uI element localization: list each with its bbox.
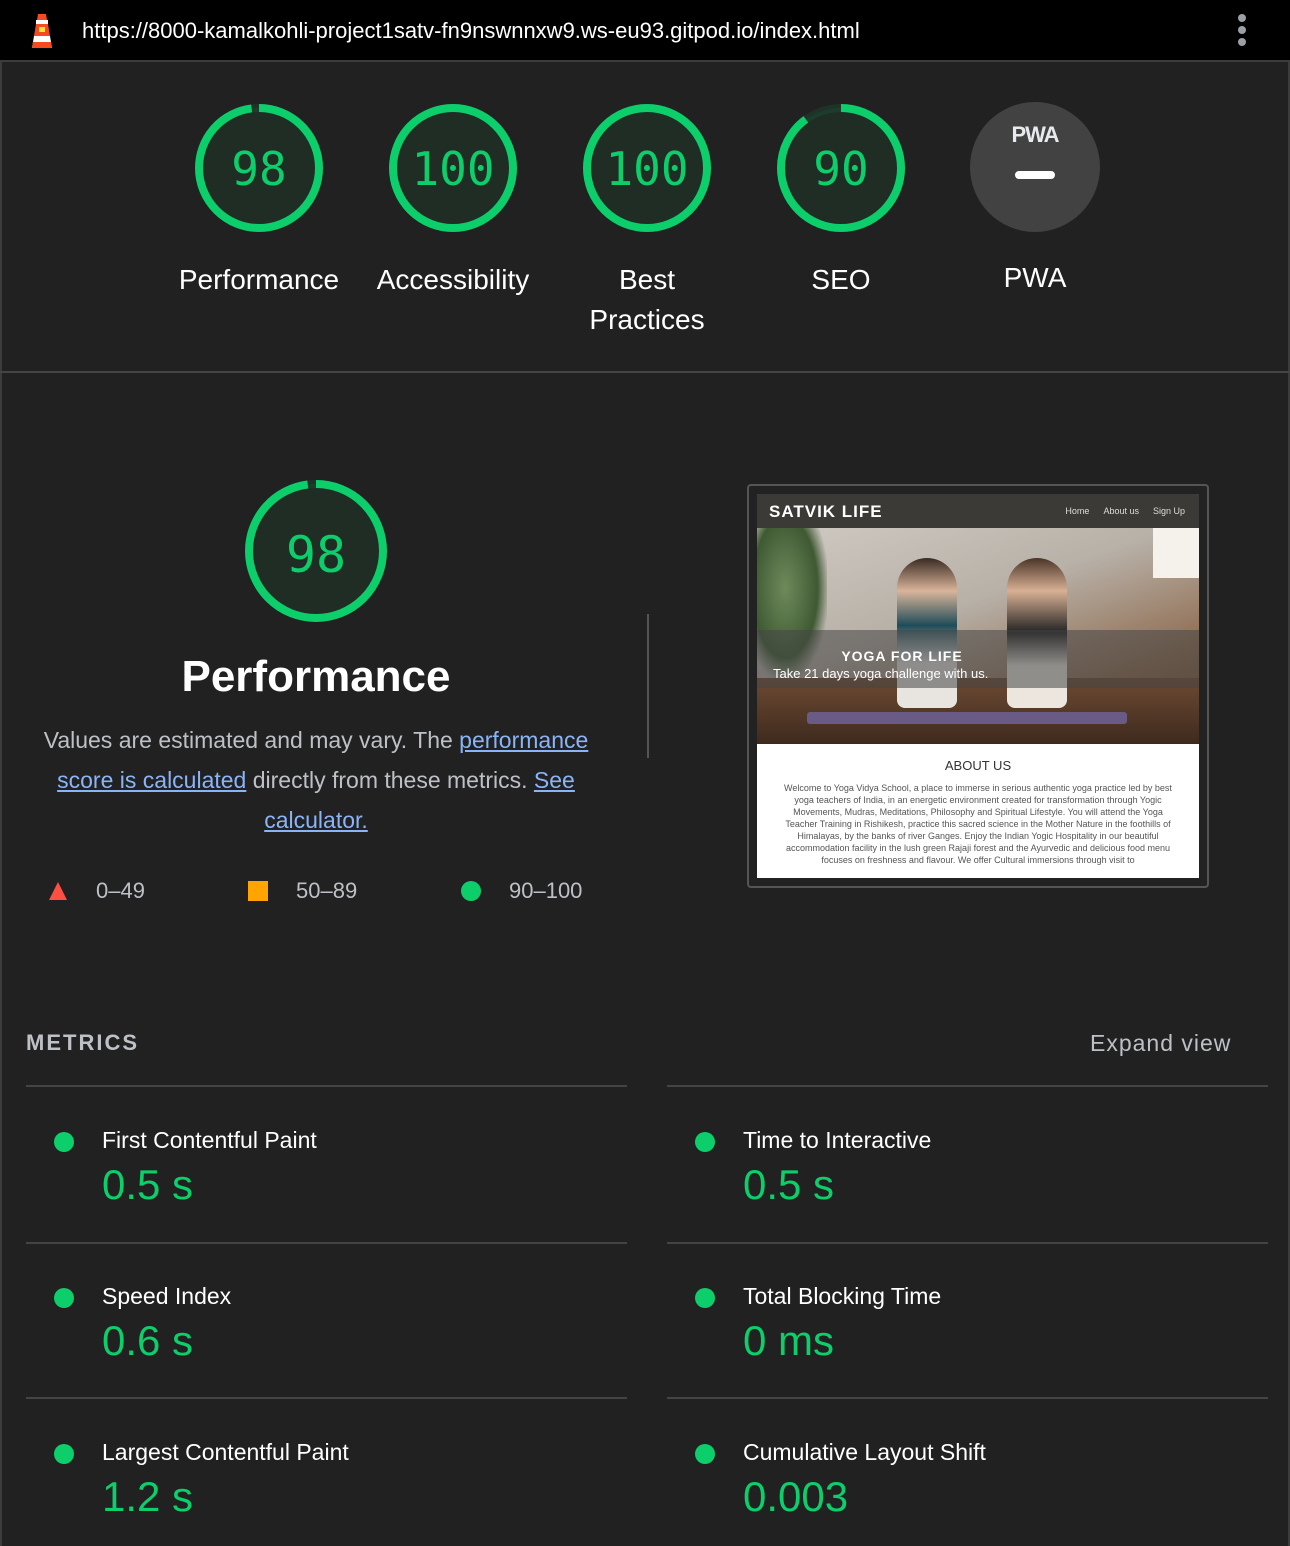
circle-icon <box>461 881 481 901</box>
gauge-performance[interactable]: 98 Performance <box>169 102 349 300</box>
label-pwa: PWA <box>1003 262 1067 293</box>
performance-description: Values are estimated and may vary. The p… <box>43 727 589 833</box>
thumb-nav-about: About us <box>1103 506 1139 516</box>
thumb-nav-home: Home <box>1065 506 1090 516</box>
lighthouse-icon <box>32 14 52 48</box>
performance-title: Performance <box>181 652 451 701</box>
thumb-navbar: SATVIK LIFE Home About us Sign Up <box>757 494 1199 528</box>
pass-indicator-icon <box>695 1288 715 1308</box>
score-seo: 90 <box>813 142 869 196</box>
gauge-seo[interactable]: 90 SEO <box>751 102 931 300</box>
gauge-pwa[interactable]: PWA PWA <box>945 102 1125 298</box>
thumb-about-text: Welcome to Yoga Vidya School, a place to… <box>784 783 1172 865</box>
pass-indicator-icon <box>54 1288 74 1308</box>
metric-largest-contentful-paint: Largest Contentful Paint 1.2 s <box>26 1433 626 1543</box>
metric-total-blocking-time: Total Blocking Time 0 ms <box>667 1277 1267 1387</box>
metric-speed-index: Speed Index 0.6 s <box>26 1277 626 1387</box>
metric-first-contentful-paint: First Contentful Paint 0.5 s <box>26 1121 626 1231</box>
metric-time-to-interactive: Time to Interactive 0.5 s <box>667 1121 1267 1231</box>
pass-indicator-icon <box>54 1132 74 1152</box>
score-accessibility: 100 <box>411 142 495 196</box>
gauge-best-practices[interactable]: 100 Best Practices <box>557 102 737 340</box>
address-bar: https://8000-kamalkohli-project1satv-fn9… <box>0 0 1290 62</box>
label-seo: SEO <box>811 264 871 295</box>
performance-score: 98 <box>285 526 347 584</box>
metric-cumulative-layout-shift: Cumulative Layout Shift 0.003 <box>667 1433 1267 1543</box>
metrics-heading: METRICS <box>26 1030 139 1055</box>
thumb-about-title: ABOUT US <box>944 758 1012 773</box>
pass-indicator-icon <box>695 1444 715 1464</box>
label-performance: Performance <box>178 264 340 295</box>
expand-view-toggle[interactable]: Expand view <box>1090 1030 1231 1057</box>
thumb-hero-subtitle: Take 21 days yoga challenge with us. <box>773 666 989 681</box>
thumb-nav-signup: Sign Up <box>1152 506 1185 516</box>
thumb-hero-title: YOGA FOR LIFE <box>841 648 963 664</box>
thumb-brand: SATVIK LIFE <box>769 502 883 521</box>
pwa-badge-icon: PWA <box>970 102 1100 232</box>
thumb-hero-image: YOGA FOR LIFE Take 21 days yoga challeng… <box>757 528 1199 744</box>
pass-indicator-icon <box>54 1444 74 1464</box>
page-url: https://8000-kamalkohli-project1satv-fn9… <box>82 18 860 43</box>
page-screenshot-thumbnail[interactable]: SATVIK LIFE Home About us Sign Up YOGA FOR… <box>747 484 1209 888</box>
square-icon <box>248 881 268 901</box>
pass-indicator-icon <box>695 1132 715 1152</box>
label-best-practices: Best Practices <box>589 264 705 335</box>
score-best-practices: 100 <box>605 142 689 196</box>
triangle-icon <box>49 882 67 900</box>
performance-gauge-large: 98 <box>243 478 389 624</box>
label-accessibility: Accessibility <box>376 264 530 295</box>
gauge-accessibility[interactable]: 100 Accessibility <box>363 102 543 300</box>
score-performance: 98 <box>231 142 287 196</box>
more-menu-icon[interactable] <box>1232 14 1252 50</box>
